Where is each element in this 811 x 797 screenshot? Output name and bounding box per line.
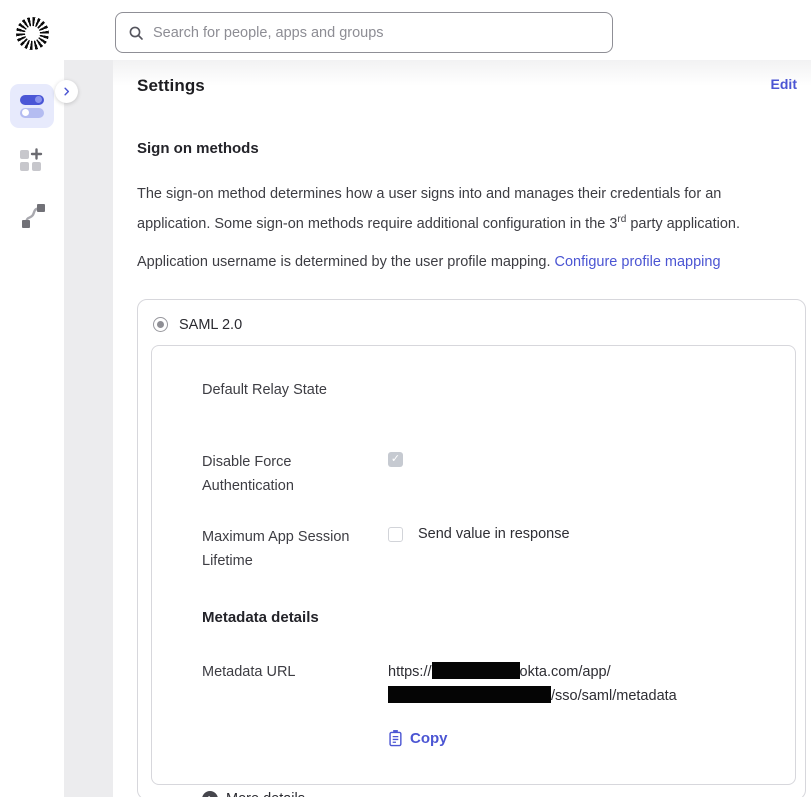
saml-card: SAML 2.0 Default Relay State Disable For… xyxy=(137,299,806,797)
toggles-icon xyxy=(20,95,44,118)
sidebar xyxy=(0,0,64,797)
sidebar-item-applications-active[interactable] xyxy=(10,84,54,128)
disable-force-auth-label: Disable Force Authentication xyxy=(202,450,388,498)
saml-radio-label: SAML 2.0 xyxy=(179,317,242,333)
redaction-box xyxy=(388,686,551,703)
metadata-url-label: Metadata URL xyxy=(202,660,388,684)
send-value-checkbox-label: Send value in response xyxy=(418,525,570,544)
default-relay-state-label: Default Relay State xyxy=(202,378,388,402)
send-value-checkbox[interactable] xyxy=(388,527,403,542)
sidebar-item-add-apps[interactable] xyxy=(19,147,45,178)
edit-button[interactable]: Edit xyxy=(771,76,797,92)
copy-button-label: Copy xyxy=(410,730,448,747)
signon-description: The sign-on method determines how a user… xyxy=(137,181,797,237)
signon-section-title: Sign on methods xyxy=(137,140,797,157)
redaction-box xyxy=(432,662,520,679)
search-placeholder: Search for people, apps and groups xyxy=(153,25,384,41)
page-background: Settings Edit Sign on methods The sign-o… xyxy=(64,60,811,797)
connector-icon xyxy=(19,201,47,231)
chevron-right-icon xyxy=(61,86,72,97)
metadata-url-value: https://okta.com/app/ /sso/saml/metadata xyxy=(388,660,677,708)
search-icon xyxy=(128,25,144,41)
copy-button[interactable]: Copy xyxy=(388,730,448,747)
saml-radio[interactable] xyxy=(153,317,168,332)
settings-panel: Settings Edit Sign on methods The sign-o… xyxy=(113,60,811,797)
page-title: Settings xyxy=(137,76,205,96)
username-mapping-text: Application username is determined by th… xyxy=(137,254,797,270)
sidebar-expand-button[interactable] xyxy=(55,80,78,103)
chevron-right-circle-icon xyxy=(202,791,218,797)
saml-details-card: Default Relay State Disable Force Authen… xyxy=(151,345,796,785)
okta-logo-icon[interactable] xyxy=(16,17,49,50)
more-details-label: More details xyxy=(226,791,305,797)
configure-profile-mapping-link[interactable]: Configure profile mapping xyxy=(554,254,720,270)
global-search-input[interactable]: Search for people, apps and groups xyxy=(115,12,613,53)
max-session-lifetime-label: Maximum App Session Lifetime xyxy=(202,525,388,573)
clipboard-icon xyxy=(388,730,403,747)
more-details-toggle[interactable]: More details xyxy=(202,791,771,797)
metadata-details-heading: Metadata details xyxy=(202,609,771,626)
disable-force-auth-checkbox[interactable]: ✓ xyxy=(388,452,403,467)
top-bar: Search for people, apps and groups xyxy=(0,0,811,60)
sidebar-item-integrations[interactable] xyxy=(19,201,47,236)
apps-add-icon xyxy=(19,147,45,173)
